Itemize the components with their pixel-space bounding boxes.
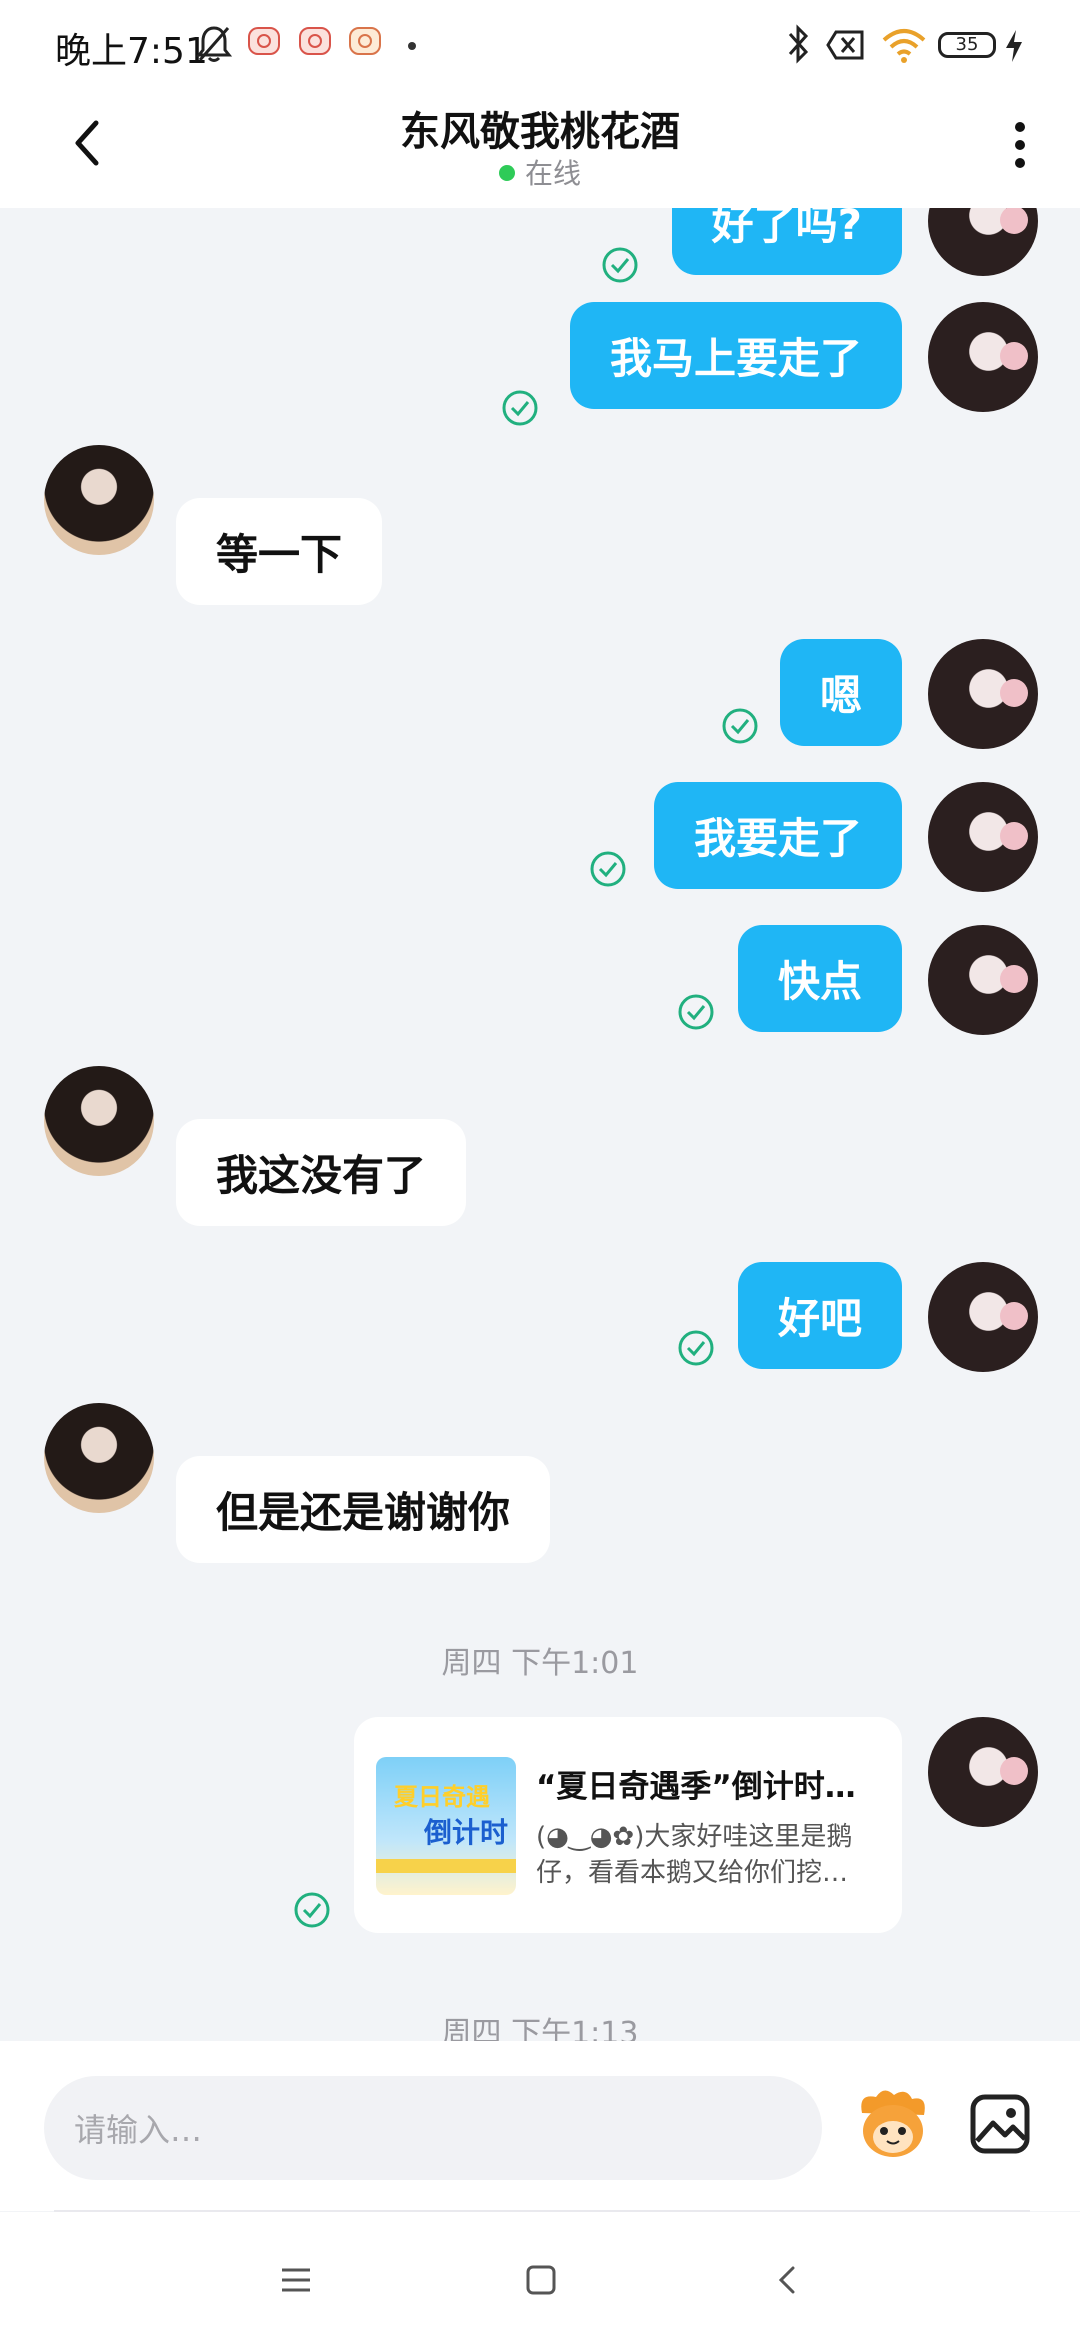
more-options-button[interactable]	[1000, 115, 1040, 175]
contact-avatar[interactable]	[44, 445, 154, 555]
online-status: 在线	[0, 152, 1080, 192]
chat-title: 东风敬我桃花酒	[400, 109, 680, 155]
notification-badge-icon	[349, 27, 381, 55]
read-check-icon	[502, 390, 538, 426]
home-square-icon[interactable]	[521, 2260, 561, 2300]
back-chevron-icon[interactable]	[768, 2260, 808, 2300]
notification-badge-icon	[299, 27, 331, 55]
message-bubble-received[interactable]: 等一下	[176, 498, 383, 605]
read-check-icon	[590, 851, 626, 887]
message-bubble-received[interactable]: 我这没有了	[176, 1119, 467, 1226]
notification-badge-icon	[248, 27, 280, 55]
message-bubble-sent[interactable]: 我马上要走了	[569, 302, 902, 409]
status-time: 晚上7:51	[55, 31, 208, 72]
battery-icon: 35	[938, 32, 996, 58]
message-bubble-sent[interactable]: 嗯	[779, 639, 902, 746]
mascot-emoji-icon[interactable]	[854, 2085, 932, 2163]
online-status-label: 在线	[524, 157, 581, 190]
my-avatar[interactable]	[928, 639, 1038, 749]
wifi-icon	[882, 29, 926, 63]
charging-icon	[1006, 30, 1022, 62]
read-check-icon	[678, 1330, 714, 1366]
message-bubble-received[interactable]: 但是还是谢谢你	[176, 1456, 551, 1563]
card-title: “夏日奇遇季”倒计时…	[536, 1769, 856, 1805]
message-bubble-sent[interactable]: 好了吗?	[671, 208, 902, 275]
read-check-icon	[678, 994, 714, 1030]
message-bubble-sent[interactable]: 我要走了	[653, 782, 902, 889]
card-description: (◕‿◕✿)大家好哇这里是鹅仔，看看本鹅又给你们挖…	[536, 1822, 853, 1888]
message-bubble-sent[interactable]: 快点	[737, 925, 902, 1032]
message-bubble-sent[interactable]: 好吧	[737, 1262, 902, 1369]
card-thumbnail: 夏日奇遇 倒计时	[376, 1757, 516, 1895]
battery-level: 35	[955, 34, 979, 55]
my-avatar[interactable]	[928, 925, 1038, 1035]
my-avatar[interactable]	[928, 302, 1038, 412]
contact-avatar[interactable]	[44, 1066, 154, 1176]
read-check-icon	[294, 1892, 330, 1928]
menu-icon[interactable]	[276, 2260, 316, 2300]
contact-avatar[interactable]	[44, 1403, 154, 1513]
shared-link-card[interactable]: 夏日奇遇 倒计时 “夏日奇遇季”倒计时… (◕‿◕✿)大家好哇这里是鹅仔，看看本…	[354, 1717, 902, 1933]
thumbnail-line2: 倒计时	[424, 1816, 509, 1849]
read-check-icon	[722, 708, 758, 744]
online-dot-icon	[498, 165, 515, 181]
message-composer: 请输入…	[0, 2041, 1080, 2211]
my-avatar[interactable]	[928, 782, 1038, 892]
bluetooth-icon	[788, 24, 809, 64]
message-input[interactable]: 请输入…	[44, 2076, 822, 2180]
thumbnail-band	[376, 1859, 516, 1873]
my-avatar[interactable]	[928, 208, 1038, 276]
chat-message-list[interactable]: 好了吗? 我马上要走了 等一下 嗯 我要走了 快点 我这没有了 好吧 但是还是谢…	[0, 208, 1080, 2041]
image-icon[interactable]	[969, 2093, 1031, 2155]
x-box-icon	[826, 30, 864, 60]
bell-off-icon	[196, 26, 232, 62]
chat-header: 东风敬我桃花酒 在线	[0, 95, 1080, 208]
my-avatar[interactable]	[928, 1717, 1038, 1827]
read-check-icon	[602, 247, 638, 283]
thumbnail-line1: 夏日奇遇	[394, 1783, 490, 1811]
system-navigation-bar	[0, 2212, 1080, 2340]
dot-icon	[408, 42, 416, 50]
timestamp: 周四 下午1:01	[441, 1646, 639, 1681]
message-input-placeholder: 请输入…	[74, 2111, 203, 2149]
my-avatar[interactable]	[928, 1262, 1038, 1372]
status-bar: 晚上7:51 35	[0, 0, 1080, 95]
timestamp: 周四 下午1:13	[441, 2016, 639, 2041]
